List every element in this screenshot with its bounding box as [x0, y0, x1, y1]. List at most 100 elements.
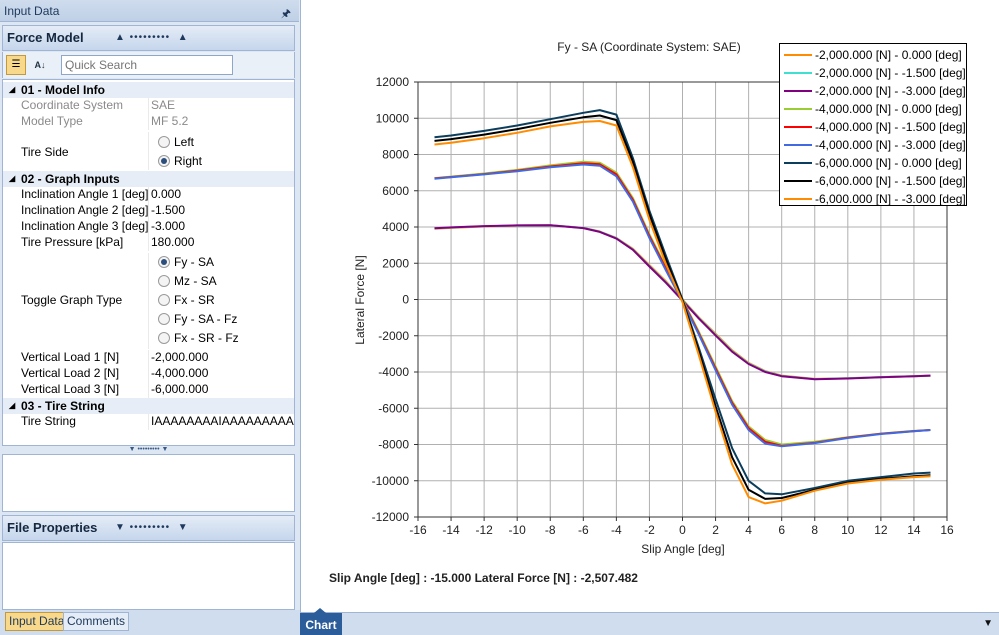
tab-chart[interactable]: Chart: [300, 608, 342, 635]
radio-dot[interactable]: [158, 332, 170, 344]
legend-swatch: [784, 72, 812, 74]
panel-title-text: Input Data: [4, 4, 60, 18]
legend-swatch: [784, 162, 812, 164]
row-inclination-3[interactable]: Inclination Angle 3 [deg] -3.000: [3, 219, 294, 235]
row-value[interactable]: 180.000: [151, 235, 194, 249]
y-tick-label: -8000: [378, 438, 409, 452]
tab-comments[interactable]: Comments: [63, 612, 130, 631]
legend-item: -4,000.000 [N] - 0.000 [deg]: [782, 100, 966, 118]
radio-fx-sr-fz[interactable]: Fx - SR - Fz: [158, 329, 278, 347]
property-grid: ◢ 01 - Model Info Coordinate System SAE …: [2, 79, 295, 446]
radio-left[interactable]: Left: [158, 133, 278, 151]
y-tick-label: 8000: [382, 148, 409, 162]
chart-panel: Fy - SA (Coordinate System: SAE) Slip An…: [300, 0, 999, 635]
x-tick-label: 6: [778, 523, 785, 537]
y-tick-label: -12000: [372, 510, 410, 524]
category-label: 02 - Graph Inputs: [21, 172, 120, 186]
category-graph-inputs[interactable]: ◢ 02 - Graph Inputs: [3, 171, 294, 187]
radio-label: Fx - SR - Fz: [174, 331, 239, 345]
radio-dot[interactable]: [158, 256, 170, 268]
row-tire-string[interactable]: Tire String IAAAAAAAAIAAAAAAAAAI: [3, 414, 294, 430]
chart-title: Fy - SA (Coordinate System: SAE): [557, 40, 740, 54]
category-tire-string[interactable]: ◢ 03 - Tire String: [3, 398, 294, 414]
x-tick-label: -12: [475, 523, 493, 537]
row-tire-pressure[interactable]: Tire Pressure [kPa] 180.000: [3, 235, 294, 251]
collapse-triangle-icon[interactable]: ◢: [9, 171, 15, 187]
row-inclination-2[interactable]: Inclination Angle 2 [deg] -1.500: [3, 203, 294, 219]
collapse-triangle-icon[interactable]: ◢: [9, 398, 15, 414]
tab-input-data[interactable]: Input Data: [5, 612, 69, 631]
category-label: 03 - Tire String: [21, 399, 105, 413]
row-label: Vertical Load 2 [N]: [21, 366, 120, 380]
file-properties-label: File Properties: [7, 520, 98, 535]
category-model-info[interactable]: ◢ 01 - Model Info: [3, 82, 294, 98]
radio-dot[interactable]: [158, 294, 170, 306]
radio-label: Mz - SA: [174, 274, 217, 288]
x-tick-label: -16: [409, 523, 427, 537]
row-label: Inclination Angle 1 [deg]: [21, 187, 149, 201]
row-value[interactable]: -4,000.000: [151, 366, 208, 380]
y-tick-label: 2000: [382, 256, 409, 270]
pin-icon[interactable]: 🖈: [281, 3, 291, 25]
row-vertical-load-3[interactable]: Vertical Load 3 [N] -6,000.000: [3, 382, 294, 398]
file-properties-body: [2, 542, 295, 610]
x-tick-label: -6: [578, 523, 589, 537]
radio-mz-sa[interactable]: Mz - SA: [158, 272, 278, 290]
x-tick-label: 8: [811, 523, 818, 537]
radio-fx-sr[interactable]: Fx - SR: [158, 291, 278, 309]
row-value[interactable]: -6,000.000: [151, 382, 208, 396]
y-tick-label: -4000: [378, 365, 409, 379]
collapse-triangle-icon[interactable]: ◢: [9, 82, 15, 98]
chart-area[interactable]: Fy - SA (Coordinate System: SAE) Slip An…: [300, 0, 999, 612]
row-value[interactable]: -3.000: [151, 219, 185, 233]
row-toggle-graph-type: Toggle Graph Type Fy - SA Mz - SA Fx - S…: [3, 253, 294, 349]
panel-title: Input Data 🖈: [0, 0, 299, 22]
radio-fy-sa-fz[interactable]: Fy - SA - Fz: [158, 310, 278, 328]
x-tick-label: 2: [712, 523, 719, 537]
row-label: Tire Pressure [kPa]: [21, 235, 124, 249]
row-value[interactable]: 0.000: [151, 187, 181, 201]
input-data-panel: Input Data 🖈 Force Model ▲ ••••••••• ▲ ☰…: [0, 0, 300, 635]
radio-label: Right: [174, 154, 203, 168]
row-inclination-1[interactable]: Inclination Angle 1 [deg] 0.000: [3, 187, 294, 203]
collapse-grip-icon[interactable]: ▲ ••••••••• ▲: [115, 26, 189, 50]
row-vertical-load-1[interactable]: Vertical Load 1 [N] -2,000.000: [3, 350, 294, 366]
legend-item: -2,000.000 [N] - -3.000 [deg]: [782, 82, 966, 100]
dropdown-arrow-icon[interactable]: ▼: [983, 618, 993, 629]
force-model-header[interactable]: Force Model ▲ ••••••••• ▲: [2, 25, 295, 51]
row-label: Model Type: [21, 114, 83, 128]
row-value[interactable]: IAAAAAAAAIAAAAAAAAAI: [151, 414, 294, 428]
radio-dot[interactable]: [158, 313, 170, 325]
description-box: [2, 454, 295, 512]
row-label: Coordinate System: [21, 98, 124, 112]
legend-item: -6,000.000 [N] - -3.000 [deg]: [782, 190, 966, 208]
category-label: 01 - Model Info: [21, 83, 105, 97]
row-value[interactable]: -2,000.000: [151, 350, 208, 364]
force-model-header-label: Force Model: [7, 30, 84, 45]
categorized-view-icon[interactable]: ☰: [6, 55, 26, 75]
row-model-type: Model Type MF 5.2: [3, 114, 294, 130]
radio-dot[interactable]: [158, 155, 170, 167]
y-tick-label: 4000: [382, 220, 409, 234]
row-value: MF 5.2: [151, 114, 189, 128]
row-vertical-load-2[interactable]: Vertical Load 2 [N] -4,000.000: [3, 366, 294, 382]
legend-label: -4,000.000 [N] - -1.500 [deg]: [815, 120, 966, 134]
row-value[interactable]: -1.500: [151, 203, 185, 217]
splitter-grip-icon[interactable]: ▼ ••••••••• ▼: [2, 446, 295, 454]
chart-legend: -2,000.000 [N] - 0.000 [deg] -2,000.000 […: [779, 43, 967, 206]
legend-label: -2,000.000 [N] - -1.500 [deg]: [815, 66, 966, 80]
radio-fy-sa[interactable]: Fy - SA: [158, 253, 278, 271]
radio-dot[interactable]: [158, 136, 170, 148]
legend-label: -6,000.000 [N] - -3.000 [deg]: [815, 192, 966, 206]
expand-grip-icon[interactable]: ▼ ••••••••• ▼: [115, 516, 189, 540]
quick-search-input[interactable]: [61, 55, 233, 75]
row-label: Tire String: [21, 414, 76, 428]
radio-right[interactable]: Right: [158, 152, 278, 170]
row-label: Inclination Angle 3 [deg]: [21, 219, 149, 233]
radio-dot[interactable]: [158, 275, 170, 287]
file-properties-header[interactable]: File Properties ▼ ••••••••• ▼: [2, 515, 295, 541]
legend-swatch: [784, 54, 812, 56]
alphabetical-sort-icon[interactable]: A↓: [30, 55, 50, 75]
radio-label: Fy - SA - Fz: [174, 312, 238, 326]
x-tick-label: 0: [679, 523, 686, 537]
